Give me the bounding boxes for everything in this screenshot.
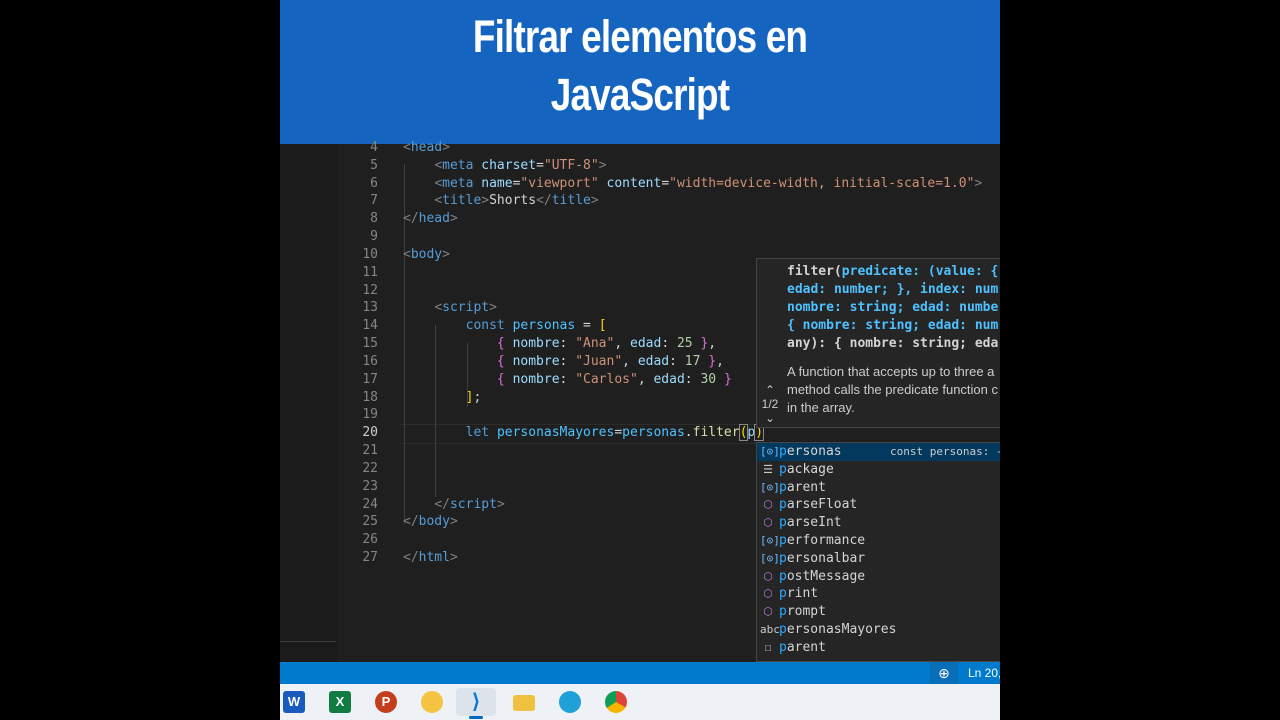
edge-icon [559,691,581,713]
code-line-16: { nombre: "Juan", edad: 17 }, [496,354,724,369]
video-frame: Filtrar elementos en JavaScript 4 5 6 7 … [280,0,1000,720]
code-line-25: </body> [403,514,458,529]
chevron-down-icon[interactable]: ⌄ [757,411,783,425]
method-icon: ⬡ [763,498,773,512]
line-number: 22 [362,461,378,476]
status-bar: ⊕ Ln 20, [280,662,1000,684]
line-number: 4 [370,140,378,155]
suggestion-item[interactable]: ☰ package [757,461,1000,479]
suggestion-item[interactable]: ⬡ parseInt [757,514,1000,532]
suggestion-item[interactable]: abc personasMayores [757,621,1000,639]
powerpoint-app-button[interactable]: P [372,688,400,716]
folder-app-button[interactable] [418,688,446,716]
method-icon: ⬡ [763,587,773,601]
vscode-app-button[interactable]: ⟩ [456,688,496,719]
variable-icon: [⊙] [760,551,780,565]
activity-divider [280,641,336,642]
banner-title-line1: Filtrar elementos en [472,11,808,62]
word-icon: W [283,691,305,713]
line-number: 5 [370,158,378,173]
variable-icon: [⊙] [760,480,780,494]
code-line-10: <body> [403,247,450,262]
powerpoint-icon: P [375,691,397,713]
line-number: 10 [362,247,378,262]
code-line-27: </html> [403,550,458,565]
method-icon: ⬡ [763,569,773,583]
code-line-6: <meta name="viewport" content="width=dev… [434,176,983,191]
code-line-13: <script> [434,300,497,315]
overload-counter: 1/2 [761,397,779,411]
file-explorer-button[interactable] [510,688,538,716]
code-line-18: ]; [465,390,482,405]
suggestion-item[interactable]: [⊙] personalbar [757,550,1000,568]
signature-text: filter(predicate: (value: { edad: number… [787,264,999,351]
line-number-active: 20 [362,425,378,440]
chevron-up-icon[interactable]: ⌃ [757,383,783,397]
suggestion-detail: const personas: - [890,445,1000,458]
app-icon [421,691,443,713]
cursor-position[interactable]: Ln 20, [968,662,1000,684]
zoom-icon[interactable]: ⊕ [930,662,958,684]
method-icon: ⬡ [763,605,773,619]
method-icon: ⬡ [763,516,773,530]
line-number: 14 [362,318,378,333]
snippet-icon: ☐ [764,640,772,654]
code-line-24: </script> [434,497,505,512]
keyword-icon: ☰ [763,462,773,476]
excel-icon: X [329,691,351,713]
suggestion-item[interactable]: ☐ parent [757,639,1000,657]
parameter-hint-popup: filter(predicate: (value: { edad: number… [756,258,1000,428]
suggestion-item[interactable]: ⬡ print [757,585,1000,603]
banner-title-line2: JavaScript [550,69,730,120]
line-number: 6 [370,176,378,191]
code-line-14: const personas = [ [465,318,607,333]
vscode-icon: ⟩ [472,691,480,713]
line-number: 25 [362,514,378,529]
title-banner: Filtrar elementos en JavaScript [280,0,1000,144]
variable-icon: [⊙] [760,533,780,547]
line-number: 26 [362,532,378,547]
line-number: 18 [362,390,378,405]
line-number: 7 [370,193,378,208]
line-number: 23 [362,479,378,494]
code-line-8: </head> [403,211,458,226]
folder-icon [513,695,535,711]
variable-icon: [⊙] [760,445,780,458]
chrome-app-button[interactable] [602,688,630,716]
line-number: 27 [362,550,378,565]
activity-bar [280,144,339,662]
line-number: 12 [362,283,378,298]
line-number: 24 [362,497,378,512]
chrome-icon [605,691,627,713]
code-line-5: <meta charset="UTF-8"> [434,158,607,173]
code-line-15: { nombre: "Ana", edad: 25 }, [496,336,717,351]
line-number: 17 [362,372,378,387]
overload-nav: ⌃ 1/2 ⌄ [757,383,783,425]
line-number: 13 [362,300,378,315]
suggestion-item[interactable]: [⊙] performance [757,532,1000,550]
code-line-20: let personasMayores=personas.filter(p) [465,424,765,441]
suggestion-item[interactable]: [⊙] personas const personas: - [757,443,1000,461]
suggestion-item[interactable]: [⊙] parent [757,479,1000,497]
excel-app-button[interactable]: X [326,688,354,716]
suggestion-list[interactable]: [⊙] personas const personas: - ☰ package [⊙… [756,442,1000,662]
code-line-4: <head> [403,140,450,155]
line-number: 11 [362,265,378,280]
code-line-17: { nombre: "Carlos", edad: 30 } [496,372,732,387]
word-app-button[interactable]: W [280,688,308,716]
line-number: 15 [362,336,378,351]
edge-app-button[interactable] [556,688,584,716]
documentation-text: A function that accepts up to three a me… [787,364,999,415]
line-number: 8 [370,211,378,226]
line-number: 16 [362,354,378,369]
text-icon: abc [760,622,780,636]
code-line-7: <title>Shorts</title> [434,193,599,208]
line-number: 19 [362,407,378,422]
suggestion-item[interactable]: ⬡ postMessage [757,568,1000,586]
taskbar: W X P ⟩ [280,684,1000,720]
line-number: 21 [362,443,378,458]
suggestion-item[interactable]: ⬡ prompt [757,603,1000,621]
line-number: 9 [370,229,378,244]
suggestion-item[interactable]: ⬡ parseFloat [757,496,1000,514]
